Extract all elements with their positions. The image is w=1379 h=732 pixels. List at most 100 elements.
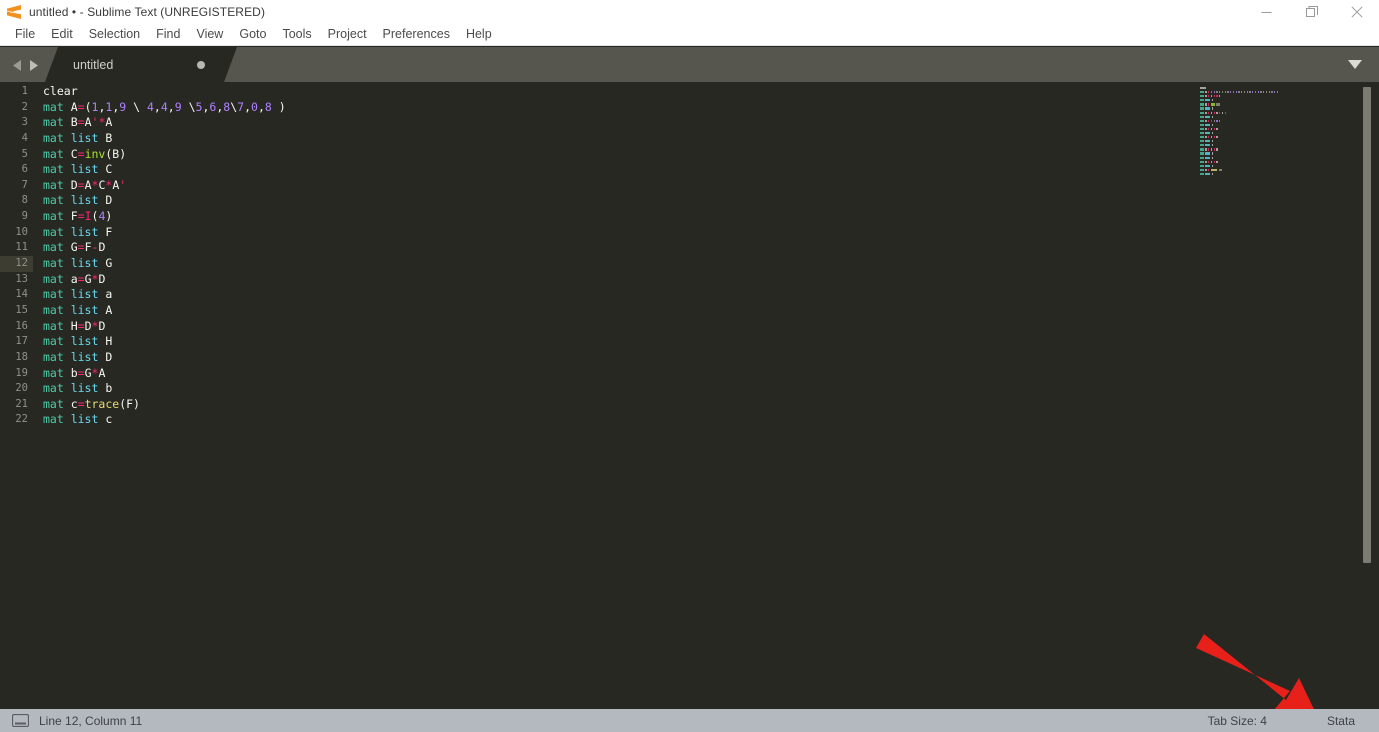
window-controls [1244,0,1379,24]
sublime-text-window: untitled • - Sublime Text (UNREGISTERED)… [0,0,1379,732]
line-number: 11 [15,241,28,254]
window-title: untitled • - Sublime Text (UNREGISTERED) [29,5,266,19]
menu-item-find[interactable]: Find [148,25,188,44]
line-number: 7 [21,178,28,191]
tab-label: untitled [73,57,114,72]
line-number: 2 [21,100,28,113]
code-line[interactable]: 21 mat c=trace(F) [0,397,1190,413]
menu-item-goto[interactable]: Goto [231,25,274,44]
sublime-text-icon [6,4,22,20]
line-number: 8 [21,194,28,207]
arrow-right-icon[interactable] [29,58,38,76]
close-button[interactable] [1334,0,1379,24]
code-line[interactable]: 22 mat list c [0,412,1190,428]
code-text[interactable]: mat list D [33,193,112,209]
menu-item-project[interactable]: Project [320,25,375,44]
menu-item-help[interactable]: Help [458,25,500,44]
line-number: 22 [15,413,28,426]
menu-item-selection[interactable]: Selection [81,25,148,44]
code-text[interactable]: mat B=A'*A [33,115,112,131]
encoding-icon[interactable] [12,714,29,727]
line-number: 12 [0,256,33,272]
line-number: 19 [15,366,28,379]
chevron-down-icon[interactable] [1337,47,1373,82]
code-line[interactable]: 18 mat list D [0,350,1190,366]
code-line[interactable]: 20 mat list b [0,381,1190,397]
code-text[interactable]: mat list C [33,162,112,178]
code-text[interactable]: mat list b [33,381,112,397]
syntax-label[interactable]: Stata [1327,714,1355,728]
tab-size-label[interactable]: Tab Size: 4 [1208,714,1267,728]
line-number: 18 [15,350,28,363]
scrollbar-thumb[interactable] [1363,87,1371,563]
code-line[interactable]: 4 mat list B [0,131,1190,147]
code-line[interactable]: 16 mat H=D*D [0,319,1190,335]
code-line[interactable]: 11 mat G=F-D [0,240,1190,256]
tab-bar: untitled [0,47,1379,82]
line-number: 3 [21,116,28,129]
menu-item-tools[interactable]: Tools [274,25,319,44]
cursor-position: Line 12, Column 11 [39,713,143,728]
code-text[interactable]: clear [33,84,78,100]
line-number: 1 [21,85,28,97]
vertical-scrollbar[interactable] [1356,82,1379,709]
status-bar-right: Tab Size: 4 Stata [1208,709,1379,732]
tab-navigation [13,58,38,76]
code-text[interactable]: mat G=F-D [33,240,105,256]
line-number: 10 [15,225,28,238]
code-line[interactable]: 17 mat list H [0,334,1190,350]
menu-item-edit[interactable]: Edit [43,25,81,44]
menu-item-file[interactable]: File [7,25,43,44]
code-line[interactable]: 9 mat F=I(4) [0,209,1190,225]
code-line[interactable]: 5 mat C=inv(B) [0,147,1190,163]
line-number: 21 [15,397,28,410]
menu-item-view[interactable]: View [188,25,231,44]
tab-dirty-indicator[interactable] [197,60,205,69]
line-number: 16 [15,319,28,332]
code-text[interactable]: mat F=I(4) [33,209,112,225]
code-line[interactable]: 15 mat list A [0,303,1190,319]
menu-item-preferences[interactable]: Preferences [375,25,458,44]
code-line[interactable]: 13 mat a=G*D [0,272,1190,288]
code-text[interactable]: mat C=inv(B) [33,147,126,163]
line-number: 13 [15,272,28,285]
code-line[interactable]: 10 mat list F [0,225,1190,241]
code-line[interactable]: 14 mat list a [0,287,1190,303]
code-text[interactable]: mat list H [33,334,112,350]
code-text[interactable]: mat D=A*C*A' [33,178,126,194]
code-text[interactable]: mat a=G*D [33,272,105,288]
code-line[interactable]: 12 mat list G [0,256,1190,272]
code-line[interactable]: 7 mat D=A*C*A' [0,178,1190,194]
menu-bar: File Edit Selection Find View Goto Tools… [0,24,1379,46]
code-line[interactable]: 19 mat b=G*A [0,366,1190,382]
code-text[interactable]: mat list A [33,303,112,319]
code-line[interactable]: 6 mat list C [0,162,1190,178]
code-text[interactable]: mat list B [33,131,112,147]
code-text[interactable]: mat A=(1,1,9 \ 4,4,9 \5,6,8\7,0,8 ) [33,100,286,116]
editor-area[interactable]: 1 clear 2 mat A=(1,1,9 \ 4,4,9 \5,6,8\7,0,8… [0,82,1379,709]
code-line[interactable]: 3 mat B=A'*A [0,115,1190,131]
restore-button[interactable] [1289,0,1334,24]
line-number: 5 [21,147,28,160]
minimap[interactable] [1190,82,1356,709]
code-text[interactable]: mat b=G*A [33,366,105,382]
code-line[interactable]: 8 mat list D [0,193,1190,209]
line-number: 9 [21,210,28,223]
line-number: 20 [15,382,28,395]
status-bar: Line 12, Column 11 Tab Size: 4 Stata [0,709,1379,732]
code-text[interactable]: mat list G [33,256,112,272]
code-text[interactable]: mat c=trace(F) [33,397,140,413]
code-line[interactable]: 2 mat A=(1,1,9 \ 4,4,9 \5,6,8\7,0,8 ) [0,100,1190,116]
code-text[interactable]: mat list D [33,350,112,366]
arrow-left-icon[interactable] [13,58,22,76]
minimap-line [1190,172,1356,176]
code-content[interactable]: 1 clear 2 mat A=(1,1,9 \ 4,4,9 \5,6,8\7,0,8… [0,82,1190,709]
minimize-button[interactable] [1244,0,1289,24]
code-text[interactable]: mat H=D*D [33,319,105,335]
code-text[interactable]: mat list c [33,412,112,428]
tab-untitled[interactable]: untitled [45,47,237,82]
code-text[interactable]: mat list a [33,287,112,303]
code-line[interactable]: 1 clear [0,84,1190,100]
code-text[interactable]: mat list F [33,225,112,241]
line-number: 15 [15,303,28,316]
